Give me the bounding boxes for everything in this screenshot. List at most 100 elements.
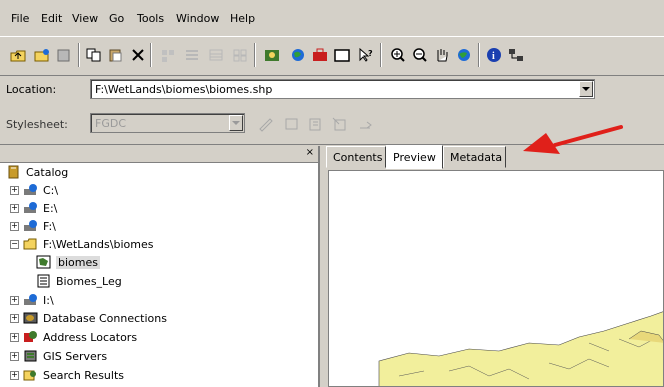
tree-label: Catalog <box>26 165 69 179</box>
view-tabs: Contents Preview Metadata <box>322 145 664 170</box>
tree-item-gis-servers[interactable]: + GIS Servers <box>10 347 107 365</box>
tree-label: F:\ <box>43 219 56 233</box>
toolbar: ? i <box>0 36 664 76</box>
export-metadata-icon[interactable] <box>356 114 376 134</box>
tree-label: biomes <box>56 255 100 269</box>
tree-item-search-results[interactable]: + Search Results <box>10 366 124 384</box>
location-label: Location: <box>6 83 57 96</box>
menu-window[interactable]: Window <box>176 12 219 25</box>
zoom-in-icon[interactable] <box>388 45 408 65</box>
location-combobox[interactable]: F:\WetLands\biomes\biomes.shp <box>90 79 595 99</box>
svg-text:?: ? <box>368 49 373 58</box>
stylesheet-combobox[interactable]: FGDC <box>90 113 245 133</box>
copy-icon[interactable] <box>84 45 104 65</box>
menu-view[interactable]: View <box>72 12 98 25</box>
zoom-out-icon[interactable] <box>410 45 430 65</box>
up-folder-icon[interactable] <box>8 45 28 65</box>
tab-metadata[interactable]: Metadata <box>443 146 506 168</box>
whats-this-icon[interactable]: ? <box>356 45 376 65</box>
tree-item-biomes-shapefile[interactable]: biomes <box>36 253 100 271</box>
chevron-down-icon <box>232 120 240 125</box>
tree-label: Address Locators <box>43 330 138 344</box>
details-icon[interactable] <box>206 45 226 65</box>
svg-text:i: i <box>492 51 495 62</box>
tree-item-catalog[interactable]: Catalog <box>6 163 68 181</box>
menu-help[interactable]: Help <box>230 12 255 25</box>
large-icons-icon[interactable] <box>158 45 178 65</box>
expand-icon[interactable]: + <box>10 295 19 305</box>
import-metadata-icon[interactable] <box>330 114 350 134</box>
stylesheet-dropdown-button[interactable] <box>229 115 243 131</box>
close-icon[interactable]: × <box>306 147 314 158</box>
menu-edit[interactable]: Edit <box>41 12 62 25</box>
tree-item-biomes-leg[interactable]: Biomes_Leg <box>36 272 122 290</box>
expand-icon[interactable]: + <box>10 351 19 361</box>
tree-label: Search Results <box>43 368 125 382</box>
expand-icon[interactable]: + <box>10 313 19 323</box>
tree-item-f-drive[interactable]: + F:\ <box>10 217 56 235</box>
expand-icon[interactable]: + <box>10 370 19 380</box>
address-locator-icon <box>24 331 37 342</box>
drive-icon <box>24 294 37 305</box>
identify-icon[interactable]: i <box>484 45 504 65</box>
expand-icon[interactable]: + <box>10 332 19 342</box>
tree-label: C:\ <box>43 183 59 197</box>
gis-server-icon <box>24 350 37 362</box>
search-results-icon <box>23 370 36 381</box>
network-icon[interactable] <box>506 45 526 65</box>
stylesheet-label: Stylesheet: <box>6 118 68 131</box>
tree-item-address-locators[interactable]: + Address Locators <box>10 328 137 346</box>
location-dropdown-button[interactable] <box>579 81 593 97</box>
menu-file[interactable]: File <box>11 12 29 25</box>
table-file-icon <box>37 274 50 288</box>
drive-icon <box>24 184 37 195</box>
expand-icon[interactable]: + <box>10 221 19 231</box>
drive-icon <box>24 220 37 231</box>
disconnect-folder-icon[interactable] <box>54 45 74 65</box>
tree-label: F:\WetLands\biomes <box>43 237 154 251</box>
preview-map[interactable] <box>328 170 664 387</box>
tree-item-database-connections[interactable]: + Database Connections <box>10 309 167 327</box>
create-update-metadata-icon[interactable] <box>306 114 326 134</box>
globe-icon[interactable] <box>288 45 308 65</box>
edit-metadata-icon[interactable] <box>256 114 276 134</box>
location-bar: Location: F:\WetLands\biomes\biomes.shp <box>0 75 664 103</box>
metadata-properties-icon[interactable] <box>282 114 302 134</box>
paste-icon[interactable] <box>106 45 126 65</box>
menu-tools[interactable]: Tools <box>137 12 164 25</box>
connect-folder-icon[interactable] <box>32 45 52 65</box>
chevron-down-icon <box>582 86 590 91</box>
catalog-icon <box>8 165 19 179</box>
tree-label: Database Connections <box>43 311 167 325</box>
tree-label: E:\ <box>43 201 58 215</box>
tree-item-biomes-folder[interactable]: − F:\WetLands\biomes <box>10 235 153 253</box>
tree-label: I:\ <box>43 293 54 307</box>
expand-icon[interactable]: + <box>10 185 19 195</box>
database-connections-icon <box>23 312 38 324</box>
stylesheet-value: FGDC <box>95 117 127 130</box>
thumbnails-icon[interactable] <box>230 45 250 65</box>
list-icon[interactable] <box>182 45 202 65</box>
drive-icon <box>24 202 37 213</box>
tree-item-i-drive[interactable]: + I:\ <box>10 291 54 309</box>
location-value: F:\WetLands\biomes\biomes.shp <box>95 83 273 96</box>
arctoolbox-icon[interactable] <box>310 45 330 65</box>
collapse-icon[interactable]: − <box>10 239 19 249</box>
tree-item-c-drive[interactable]: + C:\ <box>10 181 58 199</box>
tree-item-e-drive[interactable]: + E:\ <box>10 199 57 217</box>
tree-label: GIS Servers <box>43 349 108 363</box>
metadata-toolbar: Stylesheet: FGDC <box>0 104 664 145</box>
menu-go[interactable]: Go <box>109 12 124 25</box>
command-line-icon[interactable] <box>332 45 352 65</box>
catalog-tree-header: × <box>0 146 318 163</box>
menu-bar: File Edit View Go Tools Window Help <box>0 0 664 36</box>
launch-arcmap-icon[interactable] <box>262 45 282 65</box>
tab-contents[interactable]: Contents <box>326 146 386 168</box>
folder-icon <box>23 238 37 250</box>
delete-icon[interactable] <box>128 45 148 65</box>
full-extent-icon[interactable] <box>454 45 474 65</box>
tab-preview[interactable]: Preview <box>386 145 443 169</box>
pan-icon[interactable] <box>432 45 452 65</box>
expand-icon[interactable]: + <box>10 203 19 213</box>
shapefile-icon <box>36 255 51 269</box>
